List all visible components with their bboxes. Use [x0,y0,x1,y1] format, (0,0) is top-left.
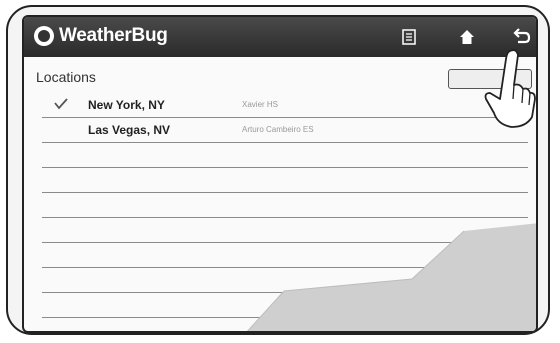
home-icon [460,30,474,44]
empty-list-row [42,317,528,331]
location-city: New York, NY [88,98,165,112]
app-name: WeatherBug [59,25,168,46]
checkmark-icon [54,98,68,110]
empty-list-row [42,242,528,267]
back-arrow-icon [513,28,531,44]
location-station: Xavier HS [242,100,279,109]
pointing-hand-icon [484,49,536,128]
list-item[interactable]: Las Vegas, NV Arturo Cambeiro ES [42,117,528,142]
empty-list-row [42,192,528,217]
location-station: Arturo Cambeiro ES [242,125,314,134]
menu-icon [402,29,416,45]
device-bezel: WeatherBug Locations New York, NY Xavier… [6,5,550,335]
locations-list: New York, NY Xavier HS Las Vegas, NV Art… [42,93,528,331]
locations-title: Locations [36,69,96,85]
location-city: Las Vegas, NV [88,123,171,137]
empty-list-row [42,292,528,317]
empty-list-row [42,217,528,242]
locations-header: Locations [24,57,536,89]
empty-list-row [42,167,528,192]
menu-button[interactable] [396,24,422,50]
empty-list-row [42,267,528,292]
home-button[interactable] [454,24,480,50]
list-item[interactable]: New York, NY Xavier HS [42,93,528,117]
app-logo: WeatherBug [34,25,168,47]
weatherbug-logo-icon [34,26,54,46]
empty-list-row [42,142,528,167]
title-bar: WeatherBug [24,17,536,57]
app-screen: WeatherBug Locations New York, NY Xavier… [22,15,538,333]
